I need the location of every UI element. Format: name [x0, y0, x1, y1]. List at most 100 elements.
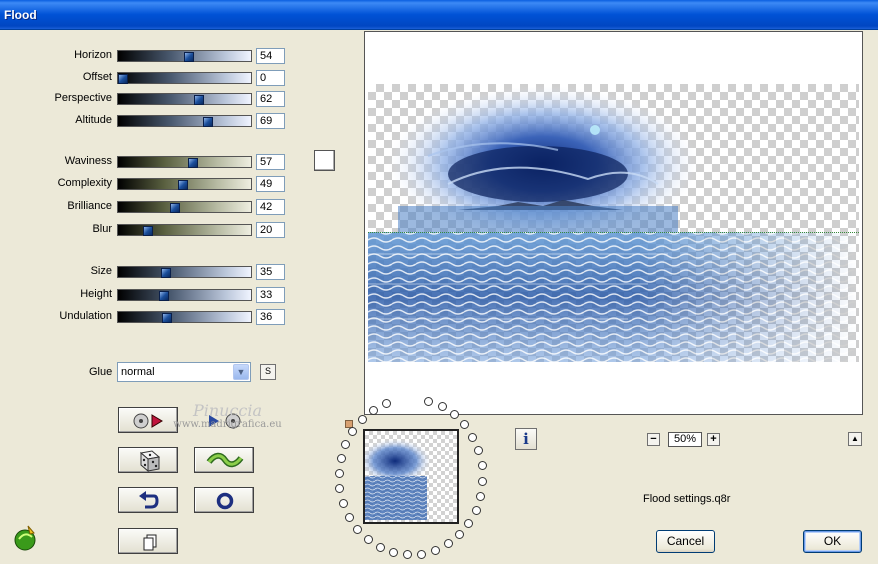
navigator-ring-dot[interactable]: [478, 476, 488, 486]
slider-row-waviness: Waviness 57: [0, 154, 290, 170]
slider-label: Offset: [82, 71, 112, 83]
slider-row-undulation: Undulation 36: [0, 309, 290, 325]
altitude-slider[interactable]: [117, 115, 252, 127]
slider-thumb[interactable]: [162, 313, 173, 323]
brilliance-slider[interactable]: [117, 201, 252, 213]
navigator-ring-dot[interactable]: [474, 446, 484, 456]
copy-icon: [143, 534, 157, 551]
wave-button[interactable]: [194, 447, 254, 473]
chevron-down-icon[interactable]: ▼: [233, 364, 249, 380]
navigator-ring-dot[interactable]: [443, 539, 453, 549]
undulation-value-field[interactable]: 36: [256, 309, 285, 325]
size-slider[interactable]: [117, 266, 252, 278]
slider-thumb[interactable]: [118, 74, 128, 84]
navigator-ring-dot[interactable]: [334, 469, 344, 479]
offset-slider[interactable]: [117, 72, 252, 84]
title-bar: Flood: [0, 0, 878, 30]
navigator-ring-dot[interactable]: [348, 426, 358, 436]
ring-button[interactable]: [194, 487, 254, 513]
navigator-ring-dot[interactable]: [336, 454, 346, 464]
slider-label: Horizon: [74, 49, 112, 61]
slider-row-complexity: Complexity 49: [0, 176, 290, 192]
horizon-guide-line[interactable]: [368, 232, 859, 233]
navigator-ring-dot[interactable]: [357, 415, 367, 425]
horizon-slider[interactable]: [117, 50, 252, 62]
reset-button[interactable]: [118, 487, 178, 513]
horizon-value-field[interactable]: 54: [256, 48, 285, 64]
undulation-slider[interactable]: [117, 311, 252, 323]
altitude-value-field[interactable]: 69: [256, 113, 285, 129]
thumbnail-navigator[interactable]: [363, 429, 459, 524]
navigator-ring-dot[interactable]: [389, 548, 399, 558]
color-swatch[interactable]: [314, 150, 335, 171]
brilliance-value-field[interactable]: 42: [256, 199, 285, 215]
navigator-ring-dot[interactable]: [454, 530, 464, 540]
app-logo-icon: [14, 525, 36, 551]
complexity-value-field[interactable]: 49: [256, 176, 285, 192]
slider-thumb[interactable]: [202, 117, 213, 127]
offset-value-field[interactable]: 0: [256, 70, 285, 86]
ok-button[interactable]: OK: [803, 530, 862, 553]
slider-label: Altitude: [75, 114, 112, 126]
slider-thumb[interactable]: [142, 226, 153, 236]
navigator-ring-dot[interactable]: [403, 550, 413, 560]
cancel-button[interactable]: Cancel: [656, 530, 715, 553]
glue-selected-value: normal: [121, 366, 155, 378]
navigator-ring-dot[interactable]: [417, 549, 427, 559]
blur-slider[interactable]: [117, 224, 252, 236]
glue-label: Glue: [89, 366, 113, 378]
collapse-button[interactable]: ▲: [848, 432, 862, 446]
complexity-slider[interactable]: [117, 178, 252, 190]
navigator-ring-dot[interactable]: [381, 399, 391, 409]
waviness-value-field[interactable]: 57: [256, 154, 285, 170]
preview-canvas[interactable]: [364, 31, 863, 415]
size-value-field[interactable]: 35: [256, 264, 285, 280]
slider-thumb[interactable]: [161, 268, 172, 278]
slider-thumb[interactable]: [178, 180, 189, 190]
perspective-value-field[interactable]: 62: [256, 91, 285, 107]
watermark-name: Pinuccia: [192, 401, 263, 420]
navigator-ring-dot[interactable]: [375, 543, 385, 553]
navigator-ring-dot[interactable]: [464, 519, 474, 528]
slider-thumb[interactable]: [188, 158, 199, 168]
zoom-out-button[interactable]: −: [647, 433, 660, 446]
copy-button[interactable]: [118, 528, 178, 554]
navigator-ring-dot[interactable]: [353, 525, 363, 535]
slider-thumb[interactable]: [158, 291, 169, 301]
window-title: Flood: [4, 8, 37, 22]
navigator-ring-dot[interactable]: [449, 410, 459, 420]
height-value-field[interactable]: 33: [256, 287, 285, 303]
navigator-ring-dot[interactable]: [344, 512, 354, 522]
navigator-ring-dot[interactable]: [368, 405, 378, 415]
navigator-ring-dot[interactable]: [363, 535, 373, 545]
navigator-ring-dot[interactable]: [430, 545, 440, 555]
transparency-grid: [368, 84, 859, 362]
navigator-ring-dot[interactable]: [460, 420, 470, 430]
perspective-slider[interactable]: [117, 93, 252, 105]
dice-icon: [139, 450, 161, 473]
randomize-button[interactable]: [118, 447, 178, 473]
navigator-ring-dot[interactable]: [477, 461, 487, 471]
slider-thumb[interactable]: [169, 203, 180, 213]
navigator-ring-dot[interactable]: [471, 505, 481, 515]
slider-thumb[interactable]: [184, 52, 195, 62]
navigator-ring-dot[interactable]: [341, 439, 351, 449]
navigator-ring-dot[interactable]: [476, 491, 486, 501]
navigator-ring-dot[interactable]: [335, 484, 345, 494]
slider-label: Height: [80, 288, 112, 300]
zoom-level: 50%: [668, 432, 702, 447]
navigator-ring-dot[interactable]: [437, 402, 447, 412]
thumbnail-image: [365, 439, 431, 520]
info-button[interactable]: i: [515, 428, 537, 450]
slider-row-offset: Offset 0: [0, 70, 290, 86]
blur-value-field[interactable]: 20: [256, 222, 285, 238]
navigator-ring-dot[interactable]: [338, 499, 348, 509]
glue-dropdown[interactable]: normal ▼: [117, 362, 251, 382]
waviness-slider[interactable]: [117, 156, 252, 168]
navigator-ring-dot[interactable]: [468, 432, 478, 442]
slider-thumb[interactable]: [194, 95, 205, 105]
zoom-in-button[interactable]: +: [707, 433, 720, 446]
glue-s-button[interactable]: S: [260, 364, 276, 380]
height-slider[interactable]: [117, 289, 252, 301]
slider-label: Undulation: [59, 310, 112, 322]
